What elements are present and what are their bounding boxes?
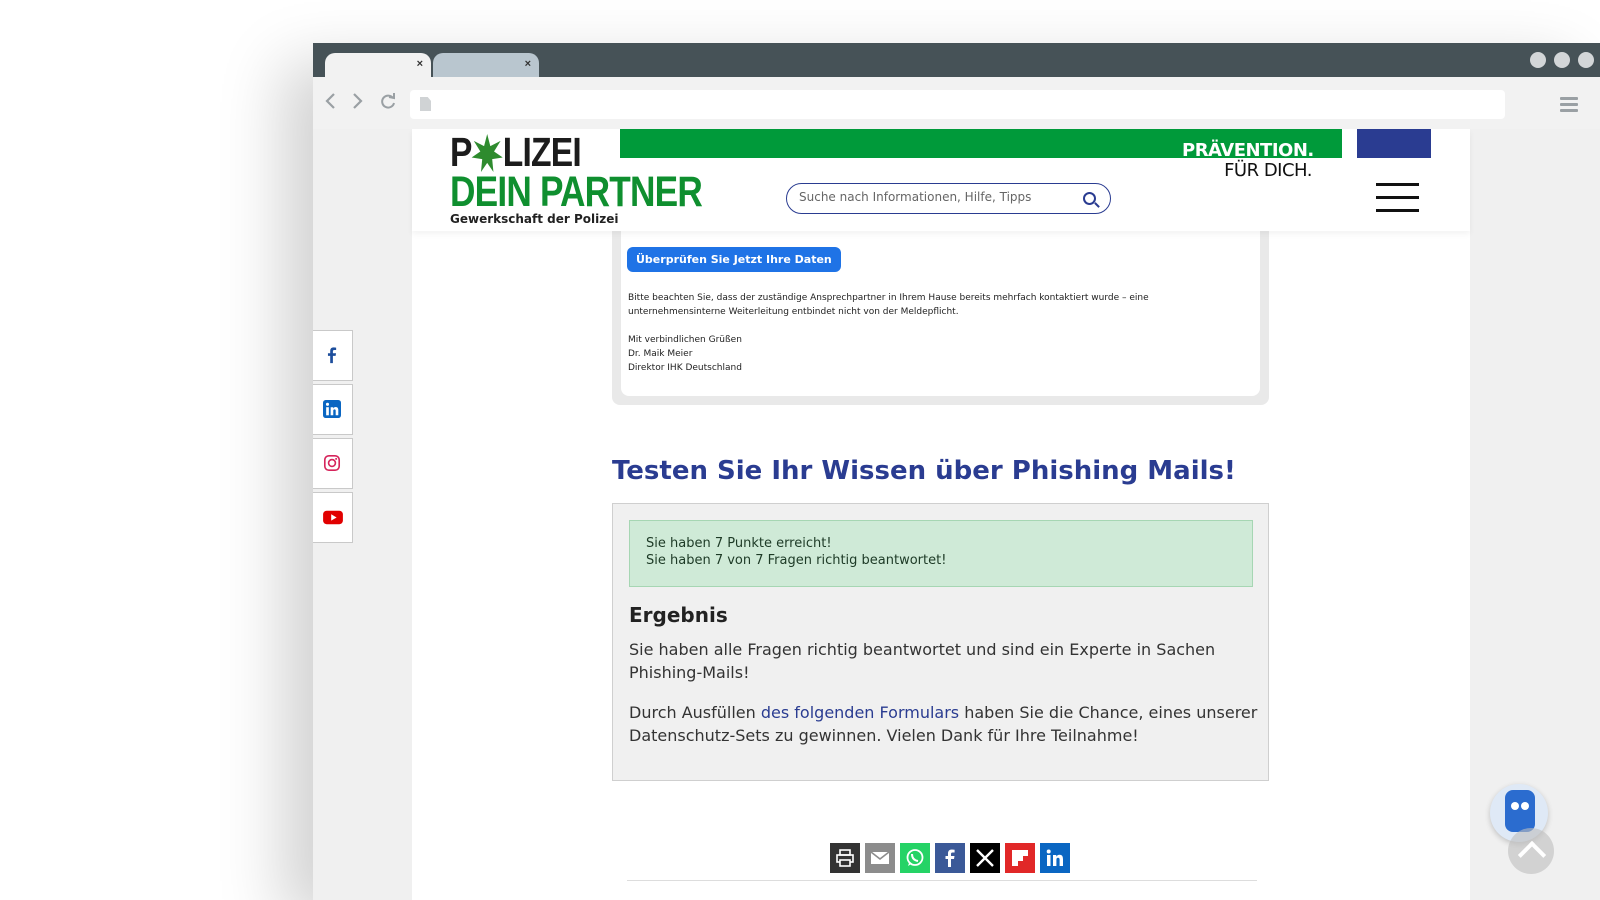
tab-bar: × ×	[313, 43, 1600, 77]
email-icon	[870, 851, 890, 864]
search-icon[interactable]	[1083, 192, 1096, 205]
hamburger-menu-icon[interactable]	[1376, 183, 1419, 213]
flipboard-share-button[interactable]	[1005, 843, 1035, 873]
facebook-icon	[945, 849, 955, 867]
search-input[interactable]	[799, 190, 1069, 204]
form-invite-text: Durch Ausfüllen des folgenden Formulars …	[629, 703, 1258, 745]
result-text: Sie haben alle Fragen richtig beantworte…	[629, 640, 1216, 682]
youtube-link[interactable]	[313, 492, 353, 543]
minimize-button[interactable]	[1530, 52, 1546, 68]
forward-icon[interactable]	[350, 91, 364, 111]
tab-close-icon[interactable]: ×	[525, 57, 531, 71]
blue-banner	[1357, 129, 1431, 158]
mail-sender-name: Dr. Maik Meier	[628, 349, 693, 359]
slogan-line2: FÜR DICH.	[1224, 160, 1312, 181]
flipboard-icon	[1012, 850, 1028, 866]
score-alert: Sie haben 7 Punkte erreicht! Sie haben 7…	[629, 520, 1253, 587]
whatsapp-share-button[interactable]	[900, 843, 930, 873]
facebook-link[interactable]	[313, 330, 353, 381]
linkedin-share-button[interactable]	[1040, 843, 1070, 873]
linkedin-icon	[323, 400, 341, 418]
instagram-icon	[323, 454, 341, 472]
divider	[627, 880, 1257, 881]
close-window-button[interactable]	[1578, 52, 1594, 68]
score-line2: Sie haben 7 von 7 Fragen richtig beantwo…	[646, 553, 947, 568]
instagram-link[interactable]	[313, 438, 353, 489]
page-content: Überprüfen Sie Jetzt Ihre Daten Bitte be…	[412, 129, 1470, 900]
address-bar[interactable]	[410, 90, 1505, 119]
tab-close-icon[interactable]: ×	[417, 57, 423, 71]
social-sidebar	[313, 330, 353, 546]
browser-menu-icon[interactable]	[1560, 97, 1578, 115]
print-share-button[interactable]	[830, 843, 860, 873]
reload-icon[interactable]	[379, 91, 397, 111]
mail-notice-line1: Bitte beachten Sie, dass der zuständige …	[628, 293, 1149, 303]
linkedin-link[interactable]	[313, 384, 353, 435]
linkedin-icon	[1046, 849, 1063, 866]
result-heading: Ergebnis	[629, 603, 728, 627]
search-box	[786, 183, 1111, 214]
x-share-button[interactable]	[970, 843, 1000, 873]
tab-inactive[interactable]: ×	[433, 53, 539, 77]
mail-sender-role: Direktor IHK Deutschland	[628, 363, 742, 373]
browser-toolbar	[313, 77, 1600, 129]
form-link[interactable]: des folgenden Formulars	[761, 703, 959, 722]
slogan-line1: PRÄVENTION.	[1182, 140, 1314, 161]
print-icon	[836, 849, 854, 867]
phishing-mail-example: Überprüfen Sie Jetzt Ihre Daten Bitte be…	[612, 215, 1269, 405]
window-controls	[1530, 52, 1594, 68]
slogan: PRÄVENTION. FÜR DICH.	[1182, 140, 1314, 181]
verify-data-button[interactable]: Überprüfen Sie Jetzt Ihre Daten	[627, 247, 841, 272]
star-emblem-icon	[471, 134, 503, 172]
maximize-button[interactable]	[1554, 52, 1570, 68]
email-share-button[interactable]	[865, 843, 895, 873]
mail-notice-line2: unternehmensinterne Weiterleitung entbin…	[628, 307, 959, 317]
x-icon	[976, 849, 994, 867]
back-icon[interactable]	[324, 91, 338, 111]
youtube-icon	[323, 510, 343, 525]
facebook-icon	[327, 347, 337, 364]
share-bar	[830, 843, 1070, 873]
tab-active[interactable]: ×	[325, 53, 431, 77]
mail-closing: Mit verbindlichen Grüßen	[628, 335, 742, 345]
site-header: P LIZEI DEIN PARTNER Gewerkschaft der Pol…	[412, 129, 1470, 231]
facebook-share-button[interactable]	[935, 843, 965, 873]
robot-icon	[1505, 790, 1535, 832]
quiz-title: Testen Sie Ihr Wissen über Phishing Mail…	[612, 456, 1236, 486]
whatsapp-icon	[906, 849, 924, 866]
mail-body: Überprüfen Sie Jetzt Ihre Daten Bitte be…	[621, 215, 1260, 396]
logo-line2: DEIN PARTNER	[450, 168, 703, 216]
quiz-result-box: Sie haben 7 Punkte erreicht! Sie haben 7…	[612, 503, 1269, 781]
scroll-to-top-button[interactable]	[1508, 828, 1554, 874]
page-viewport: Überprüfen Sie Jetzt Ihre Daten Bitte be…	[313, 129, 1600, 900]
page-icon	[420, 97, 431, 111]
browser-window: × × Überprüfen Sie Jetzt Ihre Daten Bitt…	[313, 43, 1600, 900]
score-line1: Sie haben 7 Punkte erreicht!	[646, 536, 832, 551]
